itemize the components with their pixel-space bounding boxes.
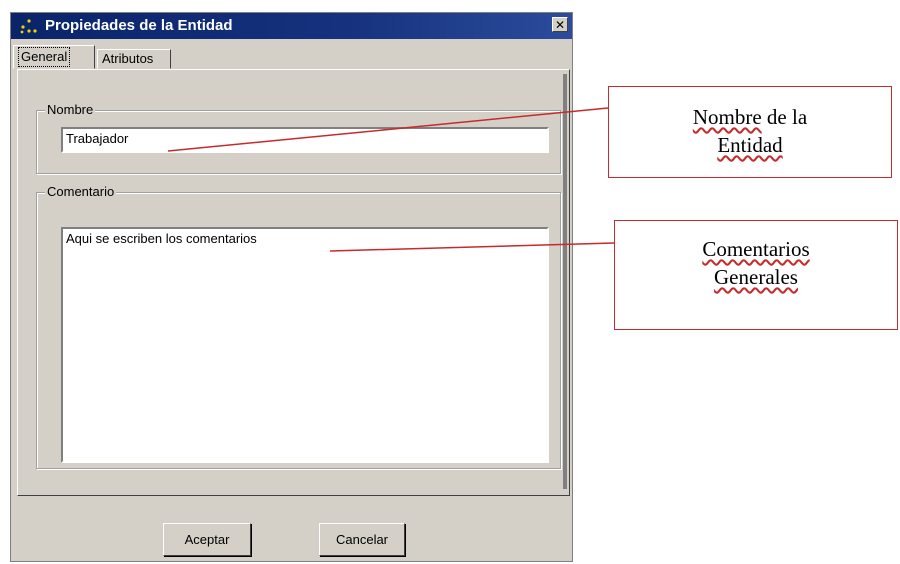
- cancel-button[interactable]: Cancelar: [319, 523, 405, 556]
- dialog-title: Propiedades de la Entidad: [45, 17, 233, 34]
- nombre-legend: Nombre: [45, 102, 96, 117]
- callout-nombre-word: Nombre: [692, 105, 762, 129]
- entity-icon: [20, 19, 37, 34]
- comentario-textarea[interactable]: Aqui se escriben los comentarios: [61, 227, 549, 463]
- tab-general-label: General: [18, 47, 71, 67]
- close-button[interactable]: ✕: [552, 17, 568, 32]
- callout-nombre-line2: Entidad: [609, 131, 891, 159]
- nombre-groupbox: Nombre Trabajador: [36, 102, 561, 174]
- accept-button[interactable]: Aceptar: [163, 523, 251, 556]
- callout-generales-word: Generales: [714, 265, 798, 289]
- callout-nombre-rest: de la: [761, 105, 808, 129]
- callout-nombre-entidad: Nombre de la Entidad: [608, 86, 892, 178]
- callout-comentarios-generales: Comentarios Generales: [614, 220, 898, 330]
- callout-entidad-word: Entidad: [717, 133, 783, 157]
- properties-dialog: Propiedades de la Entidad ✕ General Atri…: [10, 12, 573, 562]
- tab-atributos[interactable]: Atributos: [97, 49, 171, 69]
- callout-comentarios-line1: Comentarios: [615, 235, 897, 263]
- callout-comentarios-line2: Generales: [615, 263, 897, 291]
- nombre-input[interactable]: Trabajador: [61, 127, 549, 153]
- title-bar[interactable]: Propiedades de la Entidad ✕: [11, 13, 572, 39]
- panel-edge: [563, 74, 567, 489]
- callout-nombre-line1: Nombre de la: [609, 103, 891, 131]
- comentario-legend: Comentario: [45, 184, 117, 199]
- callout-comentarios-word: Comentarios: [702, 237, 810, 261]
- general-tab-panel: Nombre Trabajador Comentario Aqui se esc…: [17, 69, 570, 496]
- comentario-groupbox: Comentario Aqui se escriben los comentar…: [36, 184, 561, 469]
- tab-general[interactable]: General: [13, 45, 95, 69]
